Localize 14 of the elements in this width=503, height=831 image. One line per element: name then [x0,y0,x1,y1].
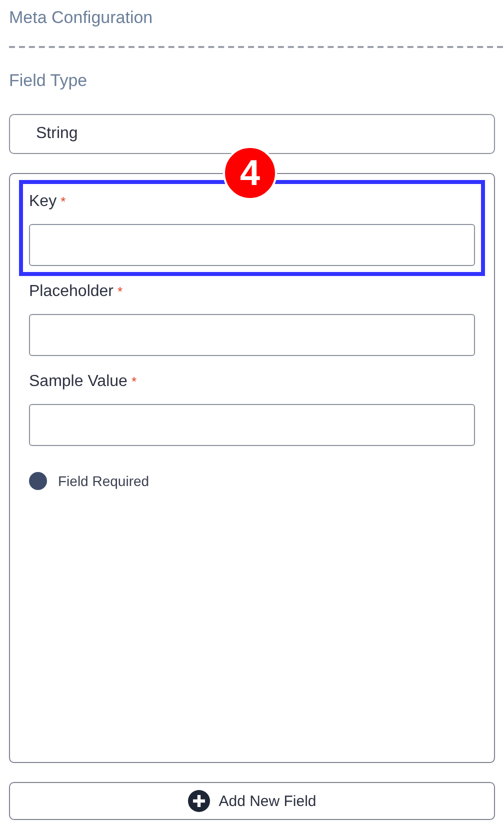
text-field[interactable] [29,224,475,266]
text-field[interactable] [29,314,475,356]
field-label: Sample Value * [29,372,138,392]
section-title: Meta Configuration [9,7,154,29]
field-type-label: Field Type [9,70,88,92]
add-field-button[interactable]: Add New Field [9,782,495,820]
field-label: Placeholder * [29,282,124,302]
text-field[interactable] [29,404,475,446]
field-required-label: Field Required [58,473,150,489]
toggle-dot[interactable] [29,472,47,490]
field-label: Key * [29,192,67,212]
step-badge: 4 [223,146,277,200]
field-type-select[interactable]: String [9,114,495,154]
plus-circle-icon [188,790,210,812]
